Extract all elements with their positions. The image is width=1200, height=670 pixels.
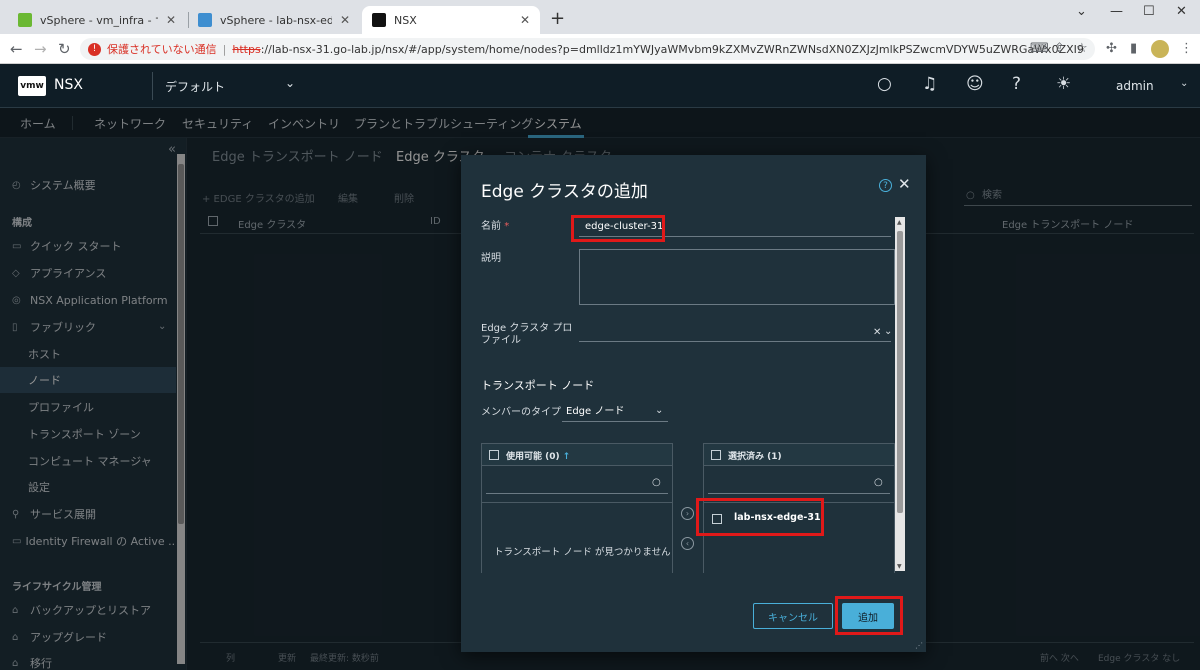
insecure-label: 保護されていない通信 xyxy=(107,43,217,56)
selected-search-input[interactable] xyxy=(708,474,890,494)
extensions-icon[interactable]: ✣ xyxy=(1106,41,1117,56)
available-list: 使用可能 (0) ↑ ○ トランスポート ノード が見つかりません xyxy=(481,443,673,573)
sort-arrow-icon[interactable]: ↑ xyxy=(563,452,571,462)
help-icon[interactable]: ? xyxy=(1012,74,1021,94)
clear-icon[interactable]: ✕ xyxy=(873,327,881,338)
minimize-icon[interactable]: — xyxy=(1110,4,1123,19)
available-empty-message: トランスポート ノード が見つかりません xyxy=(494,547,671,558)
member-type-label: メンバーのタイプ xyxy=(481,407,561,418)
window-close-icon[interactable]: ✕ xyxy=(1176,4,1187,19)
move-left-icon[interactable]: ‹ xyxy=(681,537,694,550)
browser-menu-icon[interactable]: ⋮ xyxy=(1180,41,1193,56)
add-edge-cluster-dialog: Edge クラスタの追加 ? ✕ 名前 * edge-cluster-31 説明… xyxy=(461,155,926,652)
member-type-select[interactable]: Edge ノード xyxy=(562,403,668,422)
scroll-down-icon[interactable]: ▼ xyxy=(897,563,902,570)
user-menu[interactable]: admin xyxy=(1116,79,1154,93)
vsphere-favicon-icon xyxy=(198,13,212,27)
selected-list-title: 選択済み (1) xyxy=(728,452,782,462)
translate-icon[interactable]: ⌨ xyxy=(1030,41,1049,56)
chevron-down-icon[interactable]: ⌄ xyxy=(884,326,892,337)
highlight-add-button xyxy=(835,596,903,635)
available-list-title: 使用可能 (0) ↑ xyxy=(506,452,571,462)
product-name: NSX xyxy=(54,77,83,93)
tab-search-chevron-icon[interactable]: ⌄ xyxy=(1076,4,1087,19)
reload-icon[interactable]: ↻ xyxy=(58,40,71,58)
transport-nodes-section-title: トランスポート ノード xyxy=(481,379,595,392)
available-select-all-checkbox[interactable] xyxy=(489,450,499,460)
url-omnibox[interactable]: ! 保護されていない通信 | https ://lab-nsx-31.go-la… xyxy=(80,38,1095,60)
smiley-icon[interactable]: ☺ xyxy=(966,74,984,94)
maximize-icon[interactable]: ☐ xyxy=(1143,4,1155,19)
browser-tab-vsphere-infra[interactable]: vSphere - vm_infra - サマリ ✕ xyxy=(8,6,186,34)
browser-address-bar: ← → ↻ ! 保護されていない通信 | https ://lab-nsx-31… xyxy=(0,34,1200,64)
share-icon[interactable]: ⇪ xyxy=(1054,41,1065,56)
cancel-button[interactable]: キャンセル xyxy=(753,603,833,629)
nsx-header: vmw NSX デフォルト ⌄ ○ ♫ ☺ ? ☀ admin ⌄ xyxy=(0,64,1200,108)
url-text: ://lab-nsx-31.go-lab.jp/nsx/#/app/system… xyxy=(260,42,1084,56)
help-icon[interactable]: ? xyxy=(879,179,892,192)
omnibox-separator: | xyxy=(222,42,227,56)
scroll-up-icon[interactable]: ▲ xyxy=(897,219,902,226)
forward-icon[interactable]: → xyxy=(34,40,47,58)
dialog-title: Edge クラスタの追加 xyxy=(481,182,648,202)
side-panel-icon[interactable]: ▮ xyxy=(1130,41,1137,56)
edge-cluster-profile-label: Edge クラスタ プロ ファイル xyxy=(481,323,573,346)
description-label: 説明 xyxy=(481,253,501,264)
available-list-header: 使用可能 (0) ↑ xyxy=(482,444,672,466)
dialog-body: 名前 * edge-cluster-31 説明 Edge クラスタ プロ ファイ… xyxy=(461,213,910,573)
nsx-favicon-icon xyxy=(372,13,386,27)
close-tab-icon[interactable]: ✕ xyxy=(520,13,530,27)
vsphere-favicon-icon xyxy=(18,13,32,27)
search-icon[interactable]: ○ xyxy=(877,74,892,94)
bell-icon[interactable]: ♫ xyxy=(922,74,937,94)
resize-handle-icon[interactable]: ⋰ xyxy=(915,641,923,650)
available-search-input[interactable] xyxy=(486,474,668,494)
edge-cluster-profile-select[interactable] xyxy=(579,341,891,342)
list-divider xyxy=(482,502,672,503)
url-scheme: https xyxy=(232,42,261,56)
description-textarea[interactable] xyxy=(579,249,895,305)
browser-tab-bar: vSphere - vm_infra - サマリ ✕ vSphere - lab… xyxy=(0,0,1200,34)
header-separator xyxy=(152,72,153,100)
selected-list-header: 選択済み (1) xyxy=(704,444,894,466)
new-tab-icon[interactable]: + xyxy=(550,8,565,29)
chevron-down-icon[interactable]: ⌄ xyxy=(285,76,295,90)
name-label: 名前 * xyxy=(481,221,510,232)
browser-tab-nsx[interactable]: NSX ✕ xyxy=(362,6,540,34)
browser-tab-vsphere-edge[interactable]: vSphere - lab-nsx-edge-31 - サマ ✕ xyxy=(188,6,360,34)
chevron-down-icon[interactable]: ⌄ xyxy=(1180,78,1188,89)
search-icon: ○ xyxy=(874,477,883,488)
move-right-icon[interactable]: › xyxy=(681,507,694,520)
selected-select-all-checkbox[interactable] xyxy=(711,450,721,460)
close-icon[interactable]: ✕ xyxy=(898,175,911,193)
vmware-logo: vmw xyxy=(18,76,46,96)
profile-avatar-icon[interactable] xyxy=(1151,40,1169,58)
close-tab-icon[interactable]: ✕ xyxy=(166,13,176,27)
close-tab-icon[interactable]: ✕ xyxy=(340,13,350,27)
search-icon: ○ xyxy=(652,477,661,488)
dialog-scrollbar-thumb[interactable] xyxy=(897,231,903,513)
required-marker: * xyxy=(504,221,510,232)
insecure-warning-icon: ! xyxy=(88,42,101,56)
highlight-name-field xyxy=(571,215,665,242)
context-selector[interactable]: デフォルト xyxy=(165,78,225,95)
back-icon[interactable]: ← xyxy=(10,40,23,58)
chevron-down-icon[interactable]: ⌄ xyxy=(655,405,663,416)
theme-sun-icon[interactable]: ☀ xyxy=(1056,74,1071,94)
highlight-selected-node xyxy=(696,498,824,536)
bookmark-star-icon[interactable]: ☆ xyxy=(1076,41,1088,56)
